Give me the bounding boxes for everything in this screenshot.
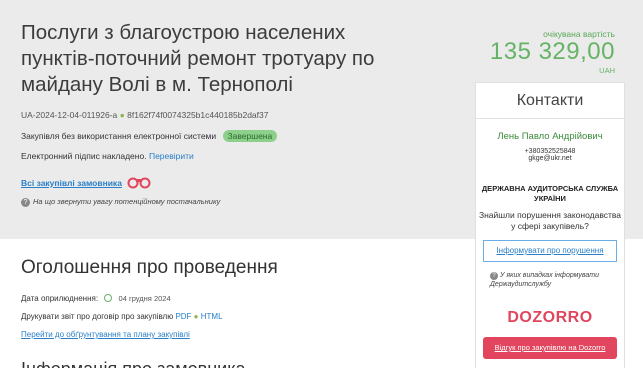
- supplier-hint[interactable]: ? На що звернути увагу потенційному поста…: [21, 197, 220, 207]
- contacts-panel: Контакти Лень Павло Андрійович +38035252…: [475, 82, 625, 368]
- price-currency: UAH: [599, 66, 615, 75]
- question-icon: ?: [21, 198, 30, 207]
- procedure-line: Закупівля без використання електронної с…: [21, 130, 278, 142]
- print-report: Друкувати звіт про договір про закупівлю…: [21, 312, 223, 321]
- contacts-heading: Контакти: [516, 92, 584, 109]
- when-to-inform[interactable]: ? У яких випадках інформувати Держаудитсл…: [490, 271, 616, 289]
- audit-service-title: ДЕРЖАВНА АУДИТОРСЬКА СЛУЖБА УКРАЇНИ: [481, 184, 619, 203]
- pdf-link[interactable]: PDF: [175, 312, 191, 321]
- bullet-icon: ●: [119, 110, 125, 120]
- verify-link[interactable]: Перевірити: [149, 151, 194, 161]
- publication-date-label: Дата оприлюднення:: [21, 294, 99, 303]
- tender-id-line: UA-2024-12-04-011926-a ● 8f162f74f007432…: [21, 110, 268, 120]
- all-purchases-link[interactable]: Всі закупівлі замовника: [21, 178, 122, 188]
- contact-name: Лень Павло Андрійович: [497, 131, 603, 142]
- print-label: Друкувати звіт про договір про закупівлю: [21, 312, 174, 321]
- tender-hash: 8f162f74f0074325b1c440185b2daf37: [127, 110, 269, 120]
- dozorro-logo: DOZORRO: [507, 309, 593, 326]
- esign-line: Електронний підпис накладено. Перевірити: [21, 151, 194, 161]
- audit-question: Знайшли порушення законодавства у сфері …: [478, 210, 622, 231]
- question-icon: ?: [490, 272, 498, 280]
- supplier-hint-text: На що звернути увагу потенційному постач…: [33, 197, 221, 206]
- procedure-type: Закупівля без використання електронної с…: [21, 131, 217, 141]
- bullet-icon: ●: [193, 312, 199, 321]
- publication-date: Дата оприлюднення: 04 грудня 2024: [21, 294, 171, 303]
- report-violation-button[interactable]: Інформувати про порушення: [483, 240, 617, 262]
- when-to-inform-text: У яких випадках інформувати Держаудитслу…: [490, 272, 599, 288]
- tender-id: UA-2024-12-04-011926-a: [21, 110, 118, 120]
- price-value: 135 329,00: [489, 38, 615, 65]
- customer-info-heading: Інформація про замовника: [21, 359, 245, 368]
- divider: [476, 118, 624, 119]
- html-link[interactable]: HTML: [201, 312, 223, 321]
- contact-phone: +380352525848: [524, 148, 576, 155]
- esign-text: Електронний підпис накладено.: [21, 151, 147, 161]
- procurement-plan-link[interactable]: Перейти до обґрунтування та плану закупі…: [21, 330, 190, 339]
- publication-date-value: 04 грудня 2024: [118, 294, 171, 303]
- clock-icon: [104, 294, 113, 302]
- dozorro-review-button[interactable]: Відгук про закупівлю на Dozorro: [483, 337, 617, 359]
- binoculars-icon[interactable]: [127, 175, 151, 189]
- tender-title: Послуги з благоустрою населених пунктів-…: [21, 21, 375, 96]
- contact-email: gkge@ukr.net: [528, 155, 572, 162]
- announcement-title: Оголошення про проведення: [21, 257, 278, 278]
- status-badge: Завершена: [222, 130, 278, 142]
